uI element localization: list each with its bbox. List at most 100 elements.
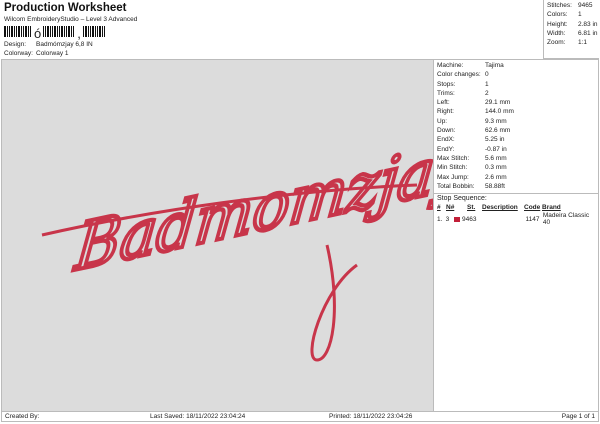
- row-code: 1147: [525, 215, 540, 223]
- info-label: Total Bobbin:: [437, 182, 475, 190]
- barcode-bar: [64, 26, 66, 37]
- barcode-bar: [25, 26, 27, 37]
- info-value: 29.1 mm: [485, 99, 511, 107]
- barcode-bar: [7, 26, 8, 37]
- info-row: Right: 144.0 mm: [434, 107, 599, 116]
- info-value: 1:1: [578, 39, 588, 47]
- info-value: 62.6 mm: [485, 127, 511, 135]
- barcode-bar: [52, 26, 54, 37]
- info-value: 5.6 mm: [485, 154, 507, 162]
- info-row: Down: 62.6 mm: [434, 126, 599, 135]
- barcode-bar: [21, 26, 22, 37]
- barcode: ó,: [4, 25, 106, 41]
- info-label: EndX:: [437, 136, 455, 144]
- barcode-bar: [23, 26, 24, 37]
- barcode-bar: [61, 26, 64, 37]
- info-value: 5.25 in: [485, 136, 505, 144]
- barcode-bar: [94, 26, 96, 37]
- info-label: Stops:: [437, 80, 456, 88]
- info-value: 9.3 mm: [485, 117, 507, 125]
- barcode-char: ó: [34, 26, 42, 41]
- colorway-value: Colorway 1: [36, 50, 69, 57]
- info-value: 2.6 mm: [485, 173, 507, 181]
- info-row: Left: 29.1 mm: [434, 98, 599, 107]
- colorway-label: Colorway:: [4, 50, 33, 57]
- page-number: Page 1 of 1: [561, 413, 595, 420]
- info-row: EndY: -0.87 in: [434, 145, 599, 154]
- info-row: Total Bobbin: 58.88ft: [434, 182, 599, 191]
- design-lettering: Badmomzjay: [71, 127, 433, 286]
- barcode-bar: [18, 26, 20, 37]
- printed: Printed: 18/11/2022 23:04:26: [329, 413, 413, 420]
- info-row: Max Stitch: 5.6 mm: [434, 154, 599, 163]
- stop-sequence-header: # N# St. Description Code Brand: [437, 204, 596, 211]
- col-needle: N#: [446, 204, 455, 212]
- summary-box: Stitches: 9465 Colors: 1 Height: 2.83 in Width…: [543, 0, 599, 59]
- barcode-bar: [43, 26, 45, 37]
- info-value: 2: [485, 89, 489, 97]
- info-value: 2.83 in: [578, 20, 598, 28]
- design-preview: Badmomzjay: [2, 60, 475, 411]
- barcode-bar: [71, 26, 73, 37]
- info-label: Height:: [547, 20, 568, 28]
- barcode-bar: [101, 26, 103, 37]
- design-j-tail: [310, 244, 358, 362]
- info-value: 144.0 mm: [485, 108, 514, 116]
- last-saved: Last Saved: 18/11/2022 23:04:24: [150, 413, 246, 420]
- info-label: Max Stitch:: [437, 154, 470, 162]
- info-label: Left:: [437, 99, 450, 107]
- info-row: Width: 6.81 in: [544, 29, 599, 38]
- col-code: Code: [524, 204, 541, 212]
- col-description: Description: [482, 204, 518, 212]
- stop-sequence: Stop Sequence: # N# St. Description Code…: [434, 193, 599, 227]
- colorway-row: Colorway: Colorway 1: [4, 50, 69, 57]
- color-swatch: [454, 216, 461, 222]
- details-panel: Machine: Tajima Color changes: 0 Stops: 1 Trim…: [433, 60, 599, 411]
- info-row: Colors: 1: [544, 10, 599, 19]
- info-label: EndY:: [437, 145, 455, 153]
- table-row: 1. 3 9463 1147 Madeira Classic 40: [437, 212, 596, 226]
- barcode-bar: [28, 26, 29, 37]
- info-row: Up: 9.3 mm: [434, 117, 599, 126]
- barcode-bar: [9, 26, 10, 37]
- info-value: 0.3 mm: [485, 164, 507, 172]
- info-row: Machine: Tajima: [434, 61, 599, 70]
- row-num: 1.: [437, 215, 443, 223]
- barcode-bar: [50, 26, 52, 37]
- info-row: Height: 2.83 in: [544, 20, 599, 29]
- barcode-bar: [59, 26, 61, 37]
- info-label: Machine:: [437, 62, 464, 69]
- info-label: Colors:: [547, 11, 568, 19]
- info-row: Trims: 2: [434, 89, 599, 98]
- info-value: 58.88ft: [485, 182, 505, 190]
- info-row: Stops: 1: [434, 80, 599, 89]
- info-label: Up:: [437, 117, 448, 125]
- info-label: Down:: [437, 127, 456, 135]
- info-row: Color changes: 0: [434, 70, 599, 79]
- info-label: Width:: [547, 29, 566, 37]
- info-row: EndX: 5.25 in: [434, 135, 599, 144]
- info-row: Min Stitch: 0.3 mm: [434, 163, 599, 172]
- info-row: Zoom: 1:1: [544, 38, 599, 47]
- barcode-bar: [84, 26, 87, 37]
- embroidery-design: Badmomzjay: [41, 125, 475, 362]
- info-value: 1: [485, 80, 489, 88]
- stop-sequence-label: Stop Sequence:: [437, 195, 487, 203]
- barcode-bar: [57, 26, 59, 37]
- barcode-bar: [87, 26, 89, 37]
- barcode-bar: [54, 26, 57, 37]
- page-title: Production Worksheet: [4, 2, 127, 14]
- row-brand: Madeira Classic 40: [542, 212, 590, 227]
- info-label: Min Stitch:: [437, 164, 468, 172]
- info-value: 1: [578, 11, 582, 19]
- info-row: Stitches: 9465: [544, 1, 599, 10]
- design-label: Design:: [4, 41, 27, 48]
- barcode-char: ,: [77, 26, 81, 41]
- barcode-bar: [16, 26, 17, 37]
- barcode-bar: [14, 26, 15, 37]
- col-num: #: [437, 204, 441, 212]
- col-brand: Brand: [542, 204, 561, 212]
- info-label: Max Jump:: [437, 173, 469, 181]
- barcode-bar: [30, 26, 31, 37]
- barcode-bar: [68, 26, 71, 37]
